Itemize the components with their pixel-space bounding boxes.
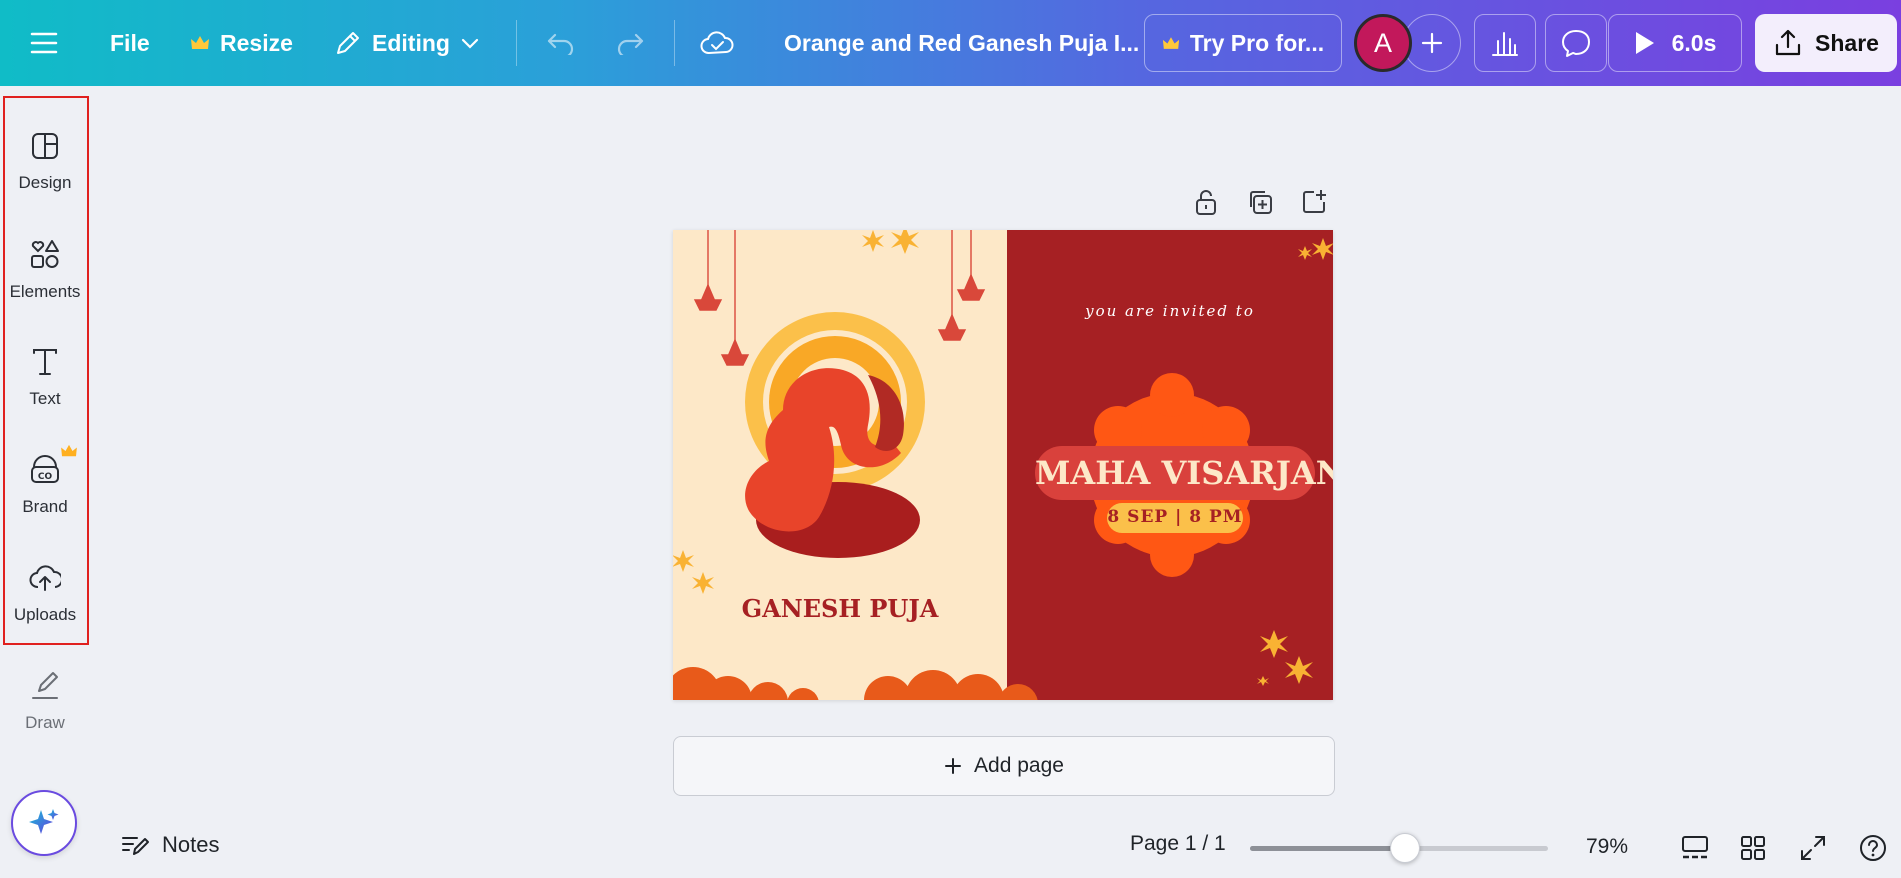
sidebar-item-draw[interactable]: Draw — [0, 652, 90, 752]
text-icon — [33, 349, 57, 375]
notes-icon — [122, 837, 149, 855]
upload-share-icon — [1775, 29, 1801, 56]
toolbar-divider — [674, 20, 675, 66]
notes-label: Notes — [162, 832, 220, 857]
undo-icon — [547, 33, 574, 55]
brand-icon: CO — [31, 455, 59, 483]
menu-button[interactable] — [30, 0, 58, 86]
resize-label: Resize — [220, 29, 293, 56]
sidebar-item-brand[interactable]: CO Brand — [0, 436, 90, 536]
present-button[interactable]: 6.0s — [1608, 14, 1742, 72]
play-icon — [1635, 32, 1654, 54]
thumbnails-icon — [1682, 836, 1708, 859]
help-button[interactable] — [1855, 830, 1891, 866]
comments-button[interactable] — [1545, 14, 1607, 72]
cloud-check-icon — [700, 31, 734, 54]
add-page-button[interactable]: Add page — [673, 736, 1335, 796]
crown-icon — [191, 36, 209, 49]
add-page-top-button[interactable] — [1294, 182, 1334, 222]
add-page-icon — [1303, 190, 1326, 213]
sidebar-item-label: Draw — [25, 713, 65, 732]
ganesh-puja-title[interactable]: GANESH PUJA — [673, 594, 1007, 623]
lock-page-button[interactable] — [1186, 182, 1226, 222]
share-label: Share — [1815, 29, 1879, 56]
top-toolbar: File Resize Editing Orange and Red Ganes… — [0, 0, 1901, 86]
thumbnail-view-button[interactable] — [1677, 830, 1713, 866]
sparkle-icon — [29, 809, 59, 834]
try-pro-button[interactable]: Try Pro for... — [1144, 14, 1342, 72]
plus-icon — [945, 758, 962, 774]
zoom-slider-fill — [1250, 846, 1405, 851]
cloud-save-status[interactable] — [700, 0, 734, 86]
sidebar-item-design[interactable]: Design — [0, 112, 90, 212]
zoom-level[interactable]: 79% — [1586, 835, 1628, 859]
user-avatar[interactable]: A — [1354, 14, 1412, 72]
draw-icon — [32, 672, 58, 699]
bar-chart-icon — [1492, 32, 1518, 56]
chevron-down-icon — [461, 38, 479, 49]
svg-text:CO: CO — [38, 472, 53, 482]
redo-icon — [617, 33, 644, 55]
try-pro-label: Try Pro for... — [1189, 29, 1325, 56]
magic-assistant-button[interactable] — [11, 790, 77, 856]
undo-button[interactable] — [546, 0, 576, 86]
crown-icon — [61, 444, 77, 457]
document-title[interactable]: Orange and Red Ganesh Puja I... — [784, 0, 1139, 86]
crown-icon — [1162, 36, 1179, 49]
grid-icon — [1741, 836, 1765, 860]
duplicate-icon — [1250, 191, 1272, 214]
notes-button[interactable]: Notes — [120, 832, 219, 858]
plus-icon — [1421, 32, 1443, 54]
event-title[interactable]: MAHA VISARJAN — [1035, 454, 1333, 492]
editing-mode-dropdown[interactable]: Editing — [334, 0, 480, 86]
pencil-icon — [337, 32, 359, 54]
help-icon — [1860, 835, 1886, 861]
page-indicator[interactable]: Page 1 / 1 — [1130, 832, 1226, 856]
toolbar-divider — [516, 20, 517, 66]
comment-icon — [1562, 30, 1590, 57]
zoom-slider[interactable] — [1250, 833, 1548, 863]
design-page[interactable]: you are invited to MAHA VISARJAN 8 SEP |… — [673, 230, 1333, 700]
event-date[interactable]: 8 SEP | 8 PM — [1107, 507, 1243, 527]
sidebar-item-label: Elements — [9, 282, 81, 301]
sidebar-item-label: Text — [29, 389, 61, 408]
file-label: File — [110, 29, 150, 56]
zoom-slider-handle[interactable] — [1389, 833, 1420, 863]
grid-view-button[interactable] — [1735, 830, 1771, 866]
duplicate-page-button[interactable] — [1240, 182, 1280, 222]
editing-label: Editing — [372, 29, 450, 56]
share-button[interactable]: Share — [1755, 14, 1897, 72]
invite-text[interactable]: you are invited to — [1007, 302, 1333, 320]
hamburger-icon — [30, 32, 58, 54]
sidebar-item-label: Brand — [22, 497, 68, 516]
design-icon — [32, 133, 58, 159]
expand-icon — [1801, 836, 1825, 860]
sidebar-item-text[interactable]: Text — [0, 328, 90, 428]
file-menu-button[interactable]: File — [110, 0, 150, 86]
sidebar-item-uploads[interactable]: Uploads — [0, 544, 90, 644]
elements-icon — [31, 240, 59, 268]
lock-icon — [1196, 190, 1216, 215]
sidebar-item-label: Design — [18, 173, 72, 192]
sidebar-item-label: Uploads — [13, 605, 77, 624]
sidebar-item-elements[interactable]: Elements — [0, 220, 90, 320]
uploads-icon — [29, 565, 61, 591]
fullscreen-button[interactable] — [1795, 830, 1831, 866]
redo-button[interactable] — [615, 0, 645, 86]
play-duration: 6.0s — [1671, 29, 1717, 56]
add-page-label: Add page — [974, 754, 1064, 777]
resize-button[interactable]: Resize — [190, 0, 293, 86]
insights-button[interactable] — [1474, 14, 1536, 72]
